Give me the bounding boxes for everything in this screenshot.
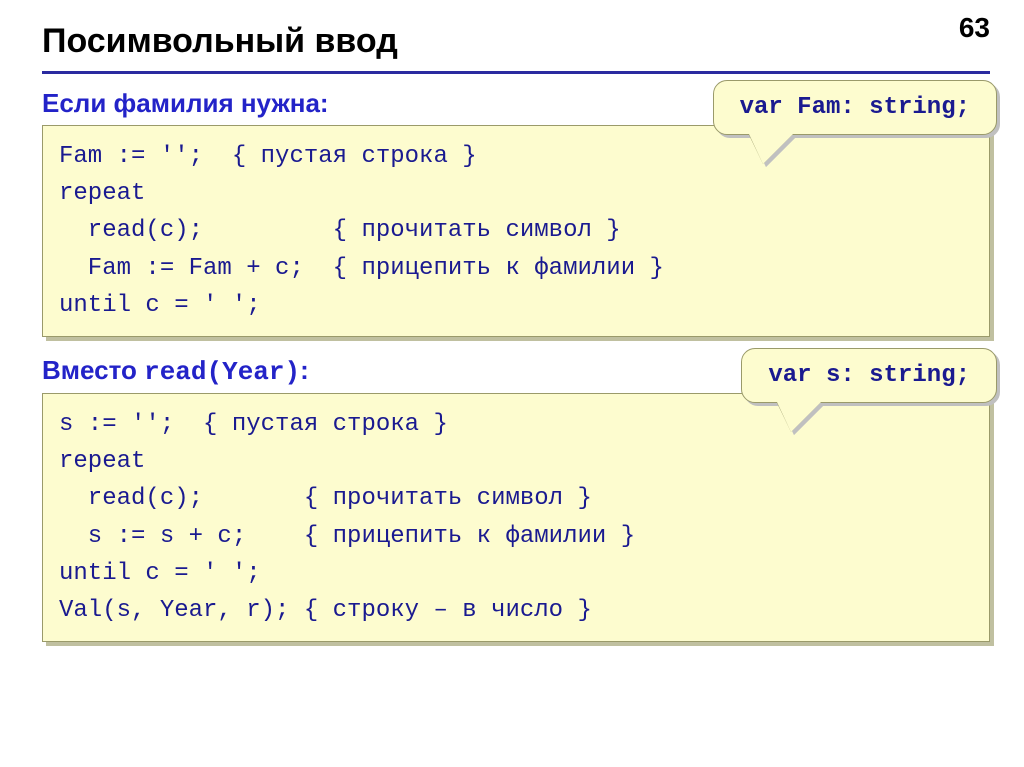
code-line: Val(s, Year, r); { строку – в число } — [59, 592, 973, 629]
codebox-1: var Fam: string; Fam := ''; { пустая стр… — [42, 125, 990, 337]
code-line: until c = ' '; — [59, 555, 973, 592]
callout-1: var Fam: string; — [713, 80, 997, 164]
code-line: s := s + c; { прицепить к фамилии } — [59, 518, 973, 555]
section2-heading-before: Вместо — [42, 355, 144, 385]
code-line: until c = ' '; — [59, 287, 973, 324]
callout-2-text: var s: string; — [741, 348, 997, 403]
title-rule — [42, 71, 990, 74]
code-line: read(c); { прочитать символ } — [59, 212, 973, 249]
section2-heading-after: : — [300, 355, 309, 385]
page-title: Посимвольный ввод — [42, 22, 990, 61]
callout-1-text: var Fam: string; — [713, 80, 997, 135]
code-line: repeat — [59, 175, 973, 212]
code-line: Fam := Fam + c; { прицепить к фамилии } — [59, 250, 973, 287]
codebox-2: var s: string; s := ''; { пустая строка … — [42, 393, 990, 642]
callout-2: var s: string; — [741, 348, 997, 432]
code-line: repeat — [59, 443, 973, 480]
code-line: read(c); { прочитать символ } — [59, 480, 973, 517]
page-number: 63 — [959, 12, 990, 44]
section2-heading-mono: read(Year) — [144, 357, 300, 387]
